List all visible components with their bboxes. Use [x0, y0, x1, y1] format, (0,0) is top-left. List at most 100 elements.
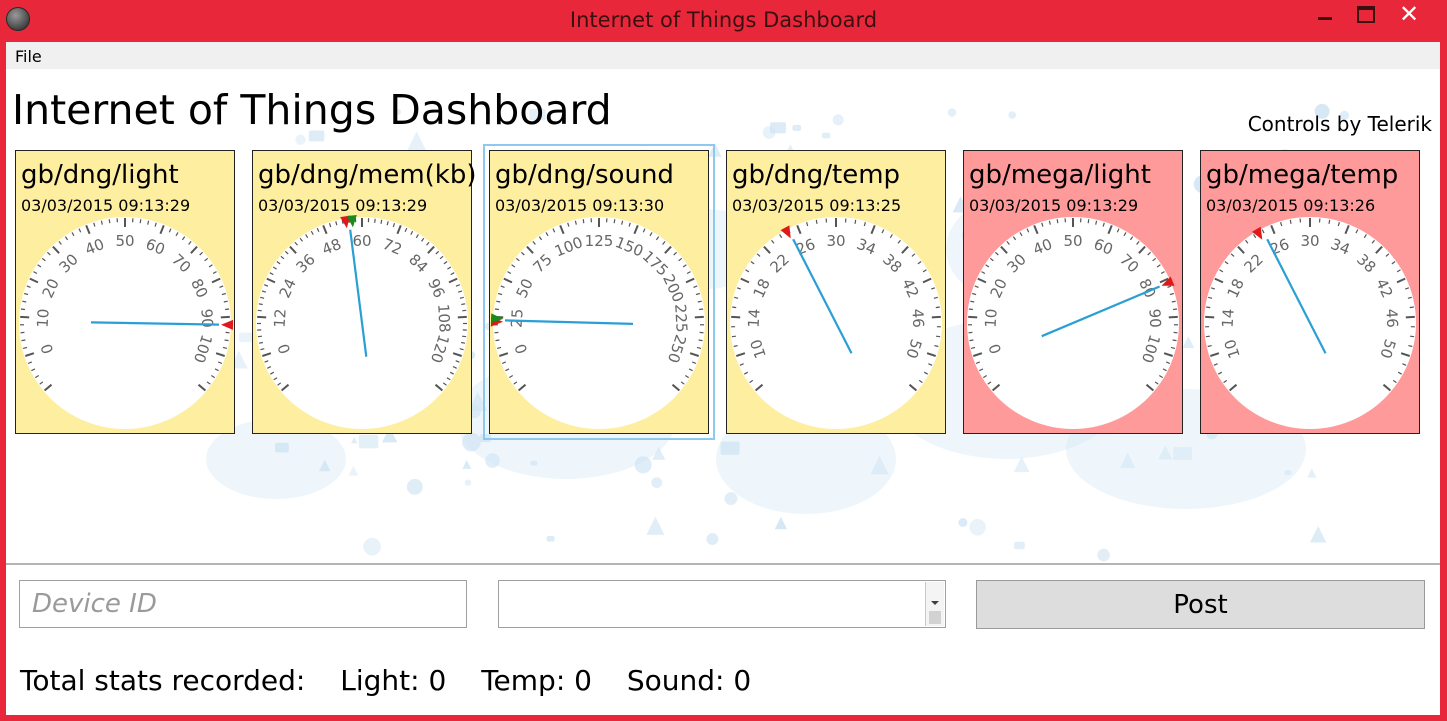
art-icon — [464, 479, 472, 487]
gauge-panel-gb-mega-light[interactable]: gb/mega/light 03/03/2015 09:13:29 0 10 20 30 4… — [963, 150, 1183, 434]
radial-gauge: 1014182226 30 3438424650 — [730, 217, 942, 429]
art-icon — [792, 124, 802, 131]
art-icon — [1097, 548, 1110, 562]
gauge-minor-tick — [374, 218, 376, 223]
art-icon — [406, 131, 427, 152]
gauge-tick-label: 30 — [1300, 232, 1319, 250]
gauge-minor-tick — [1087, 219, 1090, 224]
gauge-minor-tick — [697, 300, 702, 303]
gauge-tick-label: 90 — [1145, 308, 1164, 328]
art-icon — [1182, 336, 1195, 349]
gauge-minor-tick — [225, 308, 230, 311]
topic-combobox[interactable] — [498, 580, 946, 628]
art-icon — [1309, 526, 1327, 543]
gauge-minor-tick — [969, 339, 974, 342]
panel-title: gb/mega/temp — [1206, 160, 1399, 190]
art-icon — [351, 436, 358, 444]
gauge-tick-label: 50 — [115, 232, 134, 250]
title-bar: Internet of Things Dashboard ✕ — [0, 0, 1447, 42]
gauge-minor-tick — [1056, 219, 1059, 224]
gauge-panel-gb-dng-temp[interactable]: gb/dng/temp 03/03/2015 09:13:25 10 14 18 22 26… — [726, 150, 946, 434]
gauge-major-tick — [257, 315, 267, 319]
stats-bar: Total stats recorded: Light: 0 Temp: 0 S… — [20, 664, 751, 697]
gauge-minor-tick — [1328, 219, 1331, 224]
art-icon — [832, 114, 844, 126]
gauge-tick-label: 60 — [352, 232, 371, 250]
art-icon — [348, 465, 359, 476]
telerik-credit: Controls by Telerik — [1247, 112, 1432, 136]
gauge-minor-tick — [1409, 306, 1414, 309]
gauge-minor-tick — [257, 309, 262, 312]
gauge-minor-tick — [495, 339, 500, 342]
gauge-minor-tick — [224, 339, 229, 342]
panel-title: gb/dng/sound — [495, 160, 674, 190]
divider — [6, 563, 1440, 565]
gauge-minor-tick — [815, 219, 818, 224]
close-button[interactable]: ✕ — [1373, 0, 1447, 30]
art-icon — [706, 533, 719, 546]
stat-sound: Sound: 0 — [626, 664, 752, 697]
gauge-tick-label: 30 — [826, 232, 845, 250]
gauge-major-tick — [694, 315, 704, 319]
device-id-input[interactable] — [19, 580, 467, 628]
gauge-minor-tick — [258, 303, 263, 306]
post-button[interactable]: Post — [976, 580, 1425, 629]
gauge-minor-tick — [1206, 306, 1211, 309]
stats-label: Total stats recorded: — [20, 664, 306, 697]
gauge-minor-tick — [1410, 335, 1415, 338]
art-icon — [634, 456, 652, 474]
gauge-minor-tick — [854, 219, 857, 224]
art-icon — [239, 332, 253, 343]
gauge-minor-tick — [258, 341, 264, 344]
gauge-tick-label: 12 — [271, 308, 290, 328]
gauge-minor-tick — [139, 219, 142, 224]
stat-temp: Temp: 0 — [481, 664, 592, 697]
art-icon — [947, 108, 957, 117]
art-icon — [958, 518, 968, 528]
gauge-minor-tick — [223, 300, 228, 303]
stat-light: Light: 0 — [340, 664, 447, 697]
gauge-major-tick — [1405, 315, 1415, 319]
art-icon — [1014, 541, 1025, 550]
gauge-panel-gb-mega-temp[interactable]: gb/mega/temp 03/03/2015 09:13:26 10 14 18 22 2… — [1200, 150, 1420, 434]
gauge-tick-label: 50 — [1063, 232, 1082, 250]
art-icon — [363, 537, 381, 556]
gauge-panel-gb-dng-mem-kb-[interactable]: gb/dng/mem(kb) 03/03/2015 09:13:29 0 12 24 36… — [252, 150, 477, 434]
gauge-tick-label: 14 — [745, 308, 764, 328]
gauge-minor-tick — [1173, 308, 1178, 311]
gauge-tick-label: 108 — [434, 303, 454, 333]
gauge-major-tick — [731, 315, 741, 319]
gauge-tick-label: 225 — [671, 303, 691, 333]
art-icon — [707, 142, 722, 157]
gauge-panel-gb-dng-light[interactable]: gb/dng/light 03/03/2015 09:13:29 0 10 20 30 40… — [15, 150, 235, 434]
art-icon — [770, 122, 786, 134]
dropdown-arrow-icon[interactable] — [925, 582, 944, 626]
gauge-minor-tick — [936, 335, 941, 338]
radial-gauge: 1014182226 30 3438424650 — [1204, 217, 1416, 429]
page-title: Internet of Things Dashboard — [12, 86, 612, 134]
art-icon — [1173, 446, 1192, 461]
gauge-minor-tick — [968, 308, 973, 311]
art-icon — [1307, 468, 1317, 478]
gauge-major-tick — [1205, 315, 1215, 319]
gauge-tick-label: 14 — [1219, 308, 1238, 328]
art-icon — [479, 434, 492, 443]
radial-gauge: 012243648 60 728496108120 — [256, 215, 468, 429]
art-icon — [462, 432, 481, 452]
menu-bar: File — [6, 42, 1440, 69]
gauge-minor-tick — [257, 335, 262, 338]
gauge-minor-tick — [1172, 339, 1177, 342]
art-icon — [485, 453, 500, 468]
menu-file[interactable]: File — [15, 47, 42, 66]
gauge-panel-gb-dng-sound[interactable]: gb/dng/sound 03/03/2015 09:13:30 0 25 50 75 10… — [483, 144, 715, 440]
radial-gauge: 0255075100 125 150175200225250 — [490, 217, 705, 429]
gauge-tick-label: 125 — [585, 232, 614, 250]
gauge-major-tick — [457, 315, 467, 319]
close-icon: ✕ — [1399, 0, 1420, 28]
art-icon — [969, 518, 986, 536]
panel-title: gb/mega/light — [969, 160, 1151, 190]
gauge-minor-tick — [461, 303, 466, 306]
art-icon — [822, 132, 831, 139]
minimize-button[interactable] — [1305, 0, 1345, 30]
gauge-minor-tick — [462, 309, 467, 312]
